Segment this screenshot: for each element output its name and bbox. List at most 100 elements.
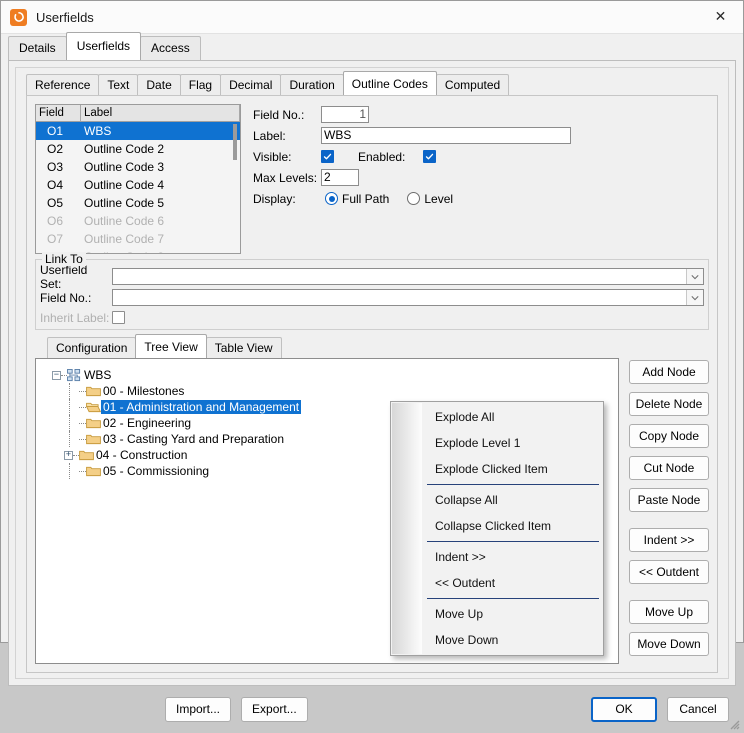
radio-level-indicator[interactable] (407, 192, 421, 205)
table-row: O7 Outline Code 7 (36, 230, 240, 248)
column-header-label: Label (81, 105, 240, 121)
window-title: Userfields (36, 9, 94, 25)
outline-code-form: Field No.: 1 Label: WBS Visible: Enabled… (253, 104, 709, 254)
radio-full-path-indicator[interactable] (325, 192, 338, 205)
menu-separator (427, 598, 599, 599)
chevron-down-icon[interactable] (686, 269, 703, 284)
tab-table-view[interactable]: Table View (205, 337, 282, 358)
row-label: Outline Code 8 (81, 248, 240, 253)
userfield-set-row: Userfield Set: (40, 263, 704, 291)
row-field: O5 (47, 196, 64, 210)
dialog-footer: Import... Export... OK Cancel (1, 686, 743, 732)
chevron-down-icon[interactable] (686, 290, 703, 305)
userfield-set-dropdown[interactable] (112, 268, 704, 285)
delete-node-button[interactable]: Delete Node (629, 392, 709, 416)
copy-node-button[interactable]: Copy Node (629, 424, 709, 448)
label-row: Label: WBS (253, 126, 709, 145)
menu-item-collapse-all[interactable]: Collapse All (391, 487, 603, 513)
tab-date[interactable]: Date (137, 74, 181, 95)
label-input[interactable]: WBS (321, 127, 571, 144)
link-field-no-dropdown[interactable] (112, 289, 704, 306)
move-up-button[interactable]: Move Up (629, 600, 709, 624)
recycle-icon (10, 8, 27, 26)
menu-item-explode-level-1[interactable]: Explode Level 1 (391, 430, 603, 456)
collapse-toggle-icon[interactable]: − (52, 370, 61, 380)
tab-configuration[interactable]: Configuration (47, 337, 137, 358)
enabled-label: Enabled: (358, 149, 406, 164)
radio-level[interactable]: Level (407, 192, 453, 206)
expand-toggle-icon[interactable]: + (64, 450, 73, 460)
list-item[interactable]: 00 - Milestones (36, 383, 618, 399)
outdent-button[interactable]: << Outdent (629, 560, 709, 584)
row-field: O4 (47, 178, 64, 192)
menu-item-move-up[interactable]: Move Up (391, 601, 603, 627)
field-list-scrollbar[interactable] (233, 124, 237, 236)
field-list-header: Field Label (36, 105, 240, 122)
tab-tree-view[interactable]: Tree View (135, 334, 207, 358)
move-down-button[interactable]: Move Down (629, 632, 709, 656)
menu-item-explode-all[interactable]: Explode All (391, 404, 603, 430)
tree-node-label: 02 - Engineering (103, 416, 192, 430)
table-row[interactable]: O2 Outline Code 2 (36, 140, 240, 158)
link-to-group: Link To Userfield Set: Field No.: Inheri… (35, 252, 709, 330)
tab-reference[interactable]: Reference (26, 74, 100, 95)
tab-flag[interactable]: Flag (179, 74, 222, 95)
menu-item-collapse-clicked-item[interactable]: Collapse Clicked Item (391, 513, 603, 539)
wbs-tree[interactable]: − WBS 00 - Milestones 01 - Administratio… (35, 358, 619, 664)
tab-access[interactable]: Access (140, 36, 201, 60)
export-button[interactable]: Export... (241, 696, 308, 722)
visible-checkbox[interactable] (321, 150, 334, 163)
enabled-checkbox[interactable] (423, 150, 437, 163)
tree-node-label-selected: 01 - Administration and Management (101, 400, 302, 414)
inherit-label-row: Inherit Label: (40, 309, 704, 326)
tab-decimal[interactable]: Decimal (220, 74, 282, 95)
tree-node-label: 05 - Commissioning (103, 464, 210, 478)
visible-enabled-row: Visible: Enabled: (253, 147, 709, 166)
add-node-button[interactable]: Add Node (629, 360, 709, 384)
cut-node-button[interactable]: Cut Node (629, 456, 709, 480)
import-button[interactable]: Import... (165, 696, 232, 722)
tree-root-node[interactable]: − WBS (36, 367, 618, 383)
label-label: Label: (253, 128, 286, 143)
indent-button[interactable]: Indent >> (629, 528, 709, 552)
close-icon[interactable]: ✕ (698, 1, 743, 32)
tree-section: Configuration Tree View Table View − WBS… (35, 334, 709, 664)
table-row[interactable]: O4 Outline Code 4 (36, 176, 240, 194)
field-list[interactable]: Field Label O1 WBS O2 Outline Code 2 O3 … (35, 104, 241, 254)
display-label: Display: (253, 191, 296, 206)
tab-userfields[interactable]: Userfields (65, 32, 142, 60)
menu-item-outdent[interactable]: << Outdent (391, 570, 603, 596)
tab-duration[interactable]: Duration (280, 74, 344, 95)
menu-item-move-down[interactable]: Move Down (391, 627, 603, 653)
row-label: WBS (84, 124, 112, 138)
row-field: O2 (47, 142, 64, 156)
tab-computed[interactable]: Computed (435, 74, 510, 95)
tree-node-label: 03 - Casting Yard and Preparation (103, 432, 285, 446)
tab-outline-codes[interactable]: Outline Codes (342, 71, 437, 95)
table-row[interactable]: O5 Outline Code 5 (36, 194, 240, 212)
scrollbar-thumb[interactable] (233, 124, 237, 160)
radio-full-path[interactable]: Full Path (325, 192, 389, 206)
menu-separator (427, 541, 599, 542)
resize-grip[interactable] (728, 718, 740, 730)
table-row[interactable]: O3 Outline Code 3 (36, 158, 240, 176)
radio-full-path-label: Full Path (342, 191, 390, 206)
max-levels-row: Max Levels: 2 (253, 168, 709, 187)
row-field: O6 (47, 214, 64, 228)
ok-button[interactable]: OK (591, 696, 657, 722)
menu-item-indent[interactable]: Indent >> (391, 544, 603, 570)
display-row: Display: Full Path Level (253, 189, 709, 208)
tree-context-menu[interactable]: Explode All Explode Level 1 Explode Clic… (390, 401, 604, 656)
paste-node-button[interactable]: Paste Node (629, 488, 709, 512)
cancel-button[interactable]: Cancel (667, 696, 729, 722)
max-levels-input[interactable]: 2 (321, 169, 359, 186)
table-row[interactable]: O1 WBS (36, 122, 240, 140)
folder-icon (86, 433, 101, 445)
max-levels-label: Max Levels: (253, 170, 318, 185)
top-section: Field Label O1 WBS O2 Outline Code 2 O3 … (35, 104, 709, 254)
tab-text[interactable]: Text (98, 74, 139, 95)
tab-details[interactable]: Details (8, 36, 67, 60)
type-tab-strip: Reference Text Date Flag Decimal Duratio… (21, 71, 723, 95)
userfields-inner-panel: Reference Text Date Flag Decimal Duratio… (15, 67, 729, 679)
menu-item-explode-clicked-item[interactable]: Explode Clicked Item (391, 456, 603, 482)
